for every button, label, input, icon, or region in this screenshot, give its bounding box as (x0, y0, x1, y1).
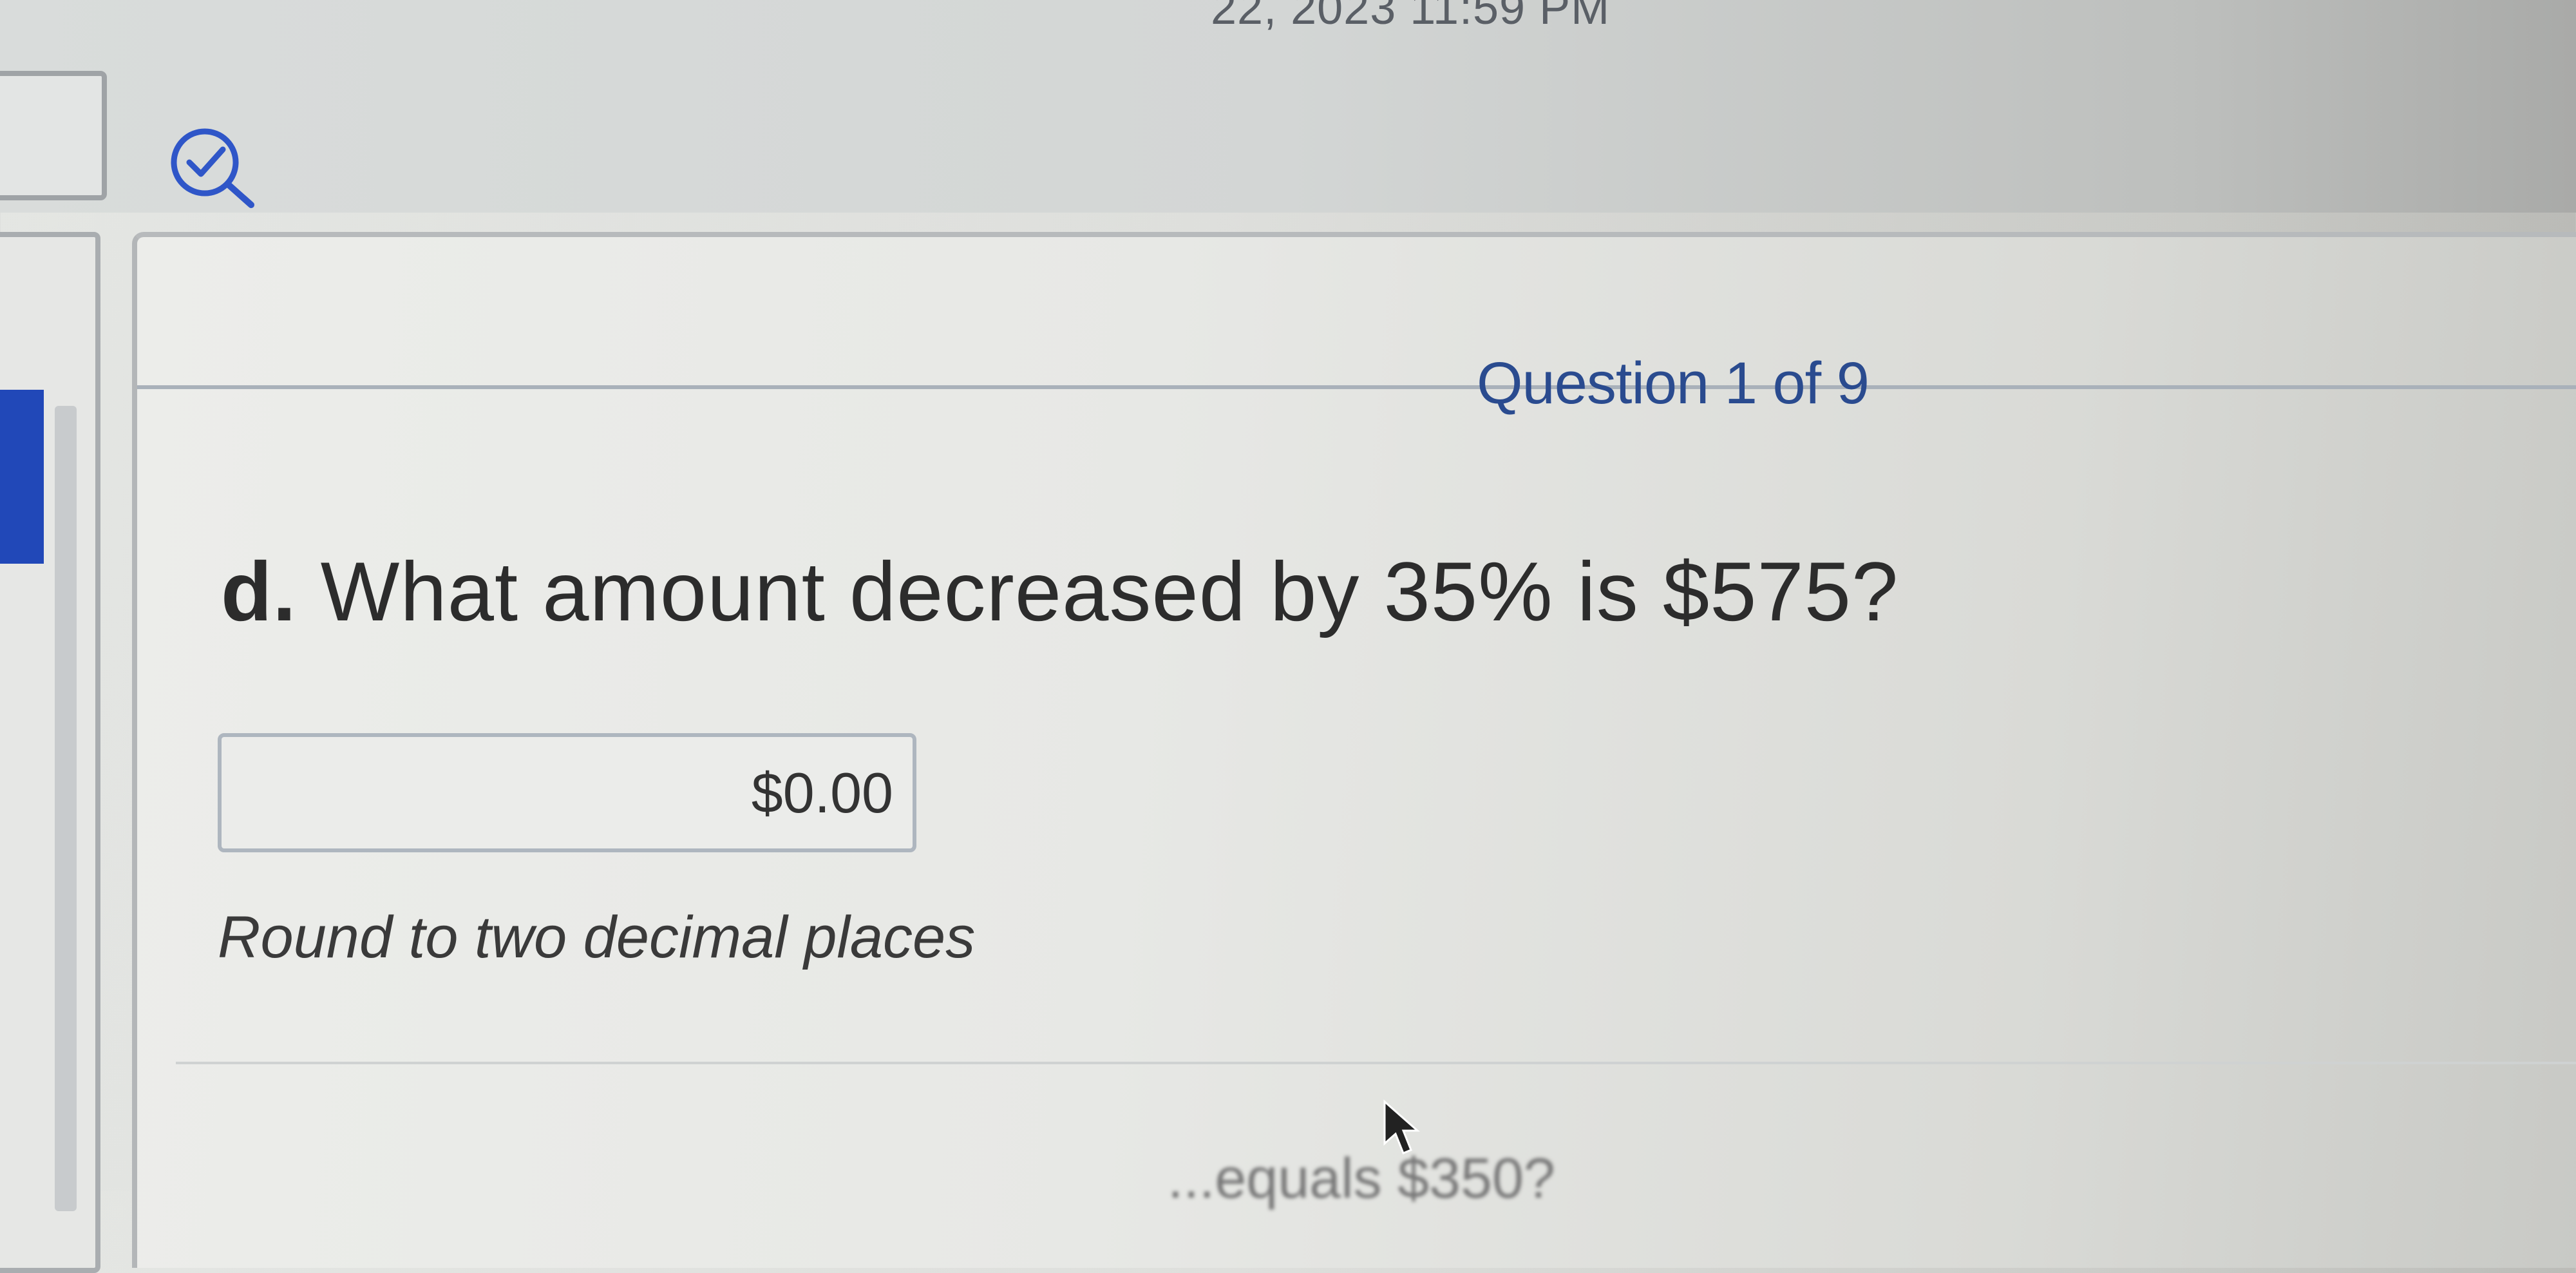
next-question-partial: ...equals $350? (1168, 1146, 1555, 1210)
answer-input[interactable] (218, 733, 916, 852)
mouse-pointer-icon (1383, 1099, 1420, 1154)
question-panel: Question 1 of 9 d. What amount decreased… (132, 232, 2576, 1268)
scrollbar[interactable] (55, 406, 77, 1211)
left-nav-box[interactable] (0, 71, 107, 200)
question-text: What amount decreased by 35% is $575? (320, 544, 1899, 638)
rounding-hint: Round to two decimal places (218, 905, 976, 970)
question-divider (176, 1062, 2576, 1064)
question-letter: d. (221, 544, 297, 638)
question-header: Question 1 of 9 (137, 237, 2576, 416)
due-date: 22, 2023 11:59 PM (1211, 0, 1611, 34)
question-counter: Question 1 of 9 (1477, 350, 1870, 416)
left-nav-panel (0, 232, 100, 1273)
nav-active-indicator[interactable] (0, 390, 44, 564)
question-prompt: d. What amount decreased by 35% is $575? (221, 543, 1899, 640)
check-search-icon[interactable] (161, 122, 264, 213)
